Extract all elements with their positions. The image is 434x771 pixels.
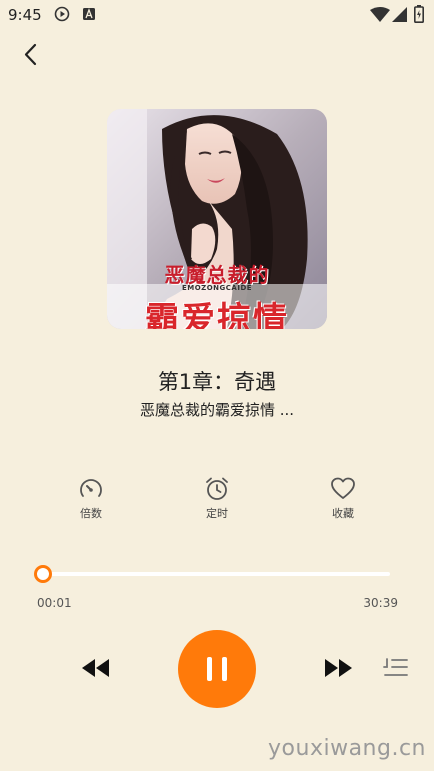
cover-subtitle: EMOZONGCAIDE bbox=[181, 284, 253, 292]
rewind-icon bbox=[82, 659, 109, 677]
chevron-left-icon bbox=[24, 43, 37, 66]
play-circle-icon bbox=[54, 6, 70, 22]
fast-forward-icon bbox=[325, 659, 352, 677]
speed-button[interactable]: 倍数 bbox=[61, 476, 121, 521]
a-box-icon bbox=[83, 8, 95, 20]
playlist-icon bbox=[383, 658, 408, 676]
signal-icon bbox=[392, 7, 407, 22]
book-title: 恶魔总裁的霸爱掠情 ... bbox=[139, 401, 295, 419]
battery-icon bbox=[414, 5, 424, 23]
status-bar: 9:45 bbox=[0, 0, 434, 30]
chapter-title: 第1章：奇遇 bbox=[157, 370, 277, 394]
heart-icon bbox=[331, 477, 355, 499]
rewind-button[interactable] bbox=[80, 656, 112, 684]
progress-slider[interactable] bbox=[34, 565, 390, 583]
watermark: youxiwang.cn bbox=[268, 736, 426, 761]
timer-button[interactable]: 定时 bbox=[187, 476, 247, 521]
back-button[interactable] bbox=[16, 40, 46, 70]
favorite-label: 收藏 bbox=[332, 507, 354, 520]
playlist-button[interactable] bbox=[382, 655, 410, 685]
wifi-icon bbox=[370, 7, 390, 22]
total-time: 30:39 bbox=[363, 596, 398, 610]
favorite-button[interactable]: 收藏 bbox=[313, 476, 373, 521]
pause-icon bbox=[207, 657, 212, 681]
status-time: 9:45 bbox=[8, 6, 42, 24]
speed-label: 倍数 bbox=[80, 507, 102, 520]
current-time: 00:01 bbox=[37, 596, 72, 610]
speed-dial-icon bbox=[80, 479, 102, 497]
book-cover: 恶魔总裁的 EMOZONGCAIDE 霸爱掠情 bbox=[107, 109, 327, 329]
timer-label: 定时 bbox=[206, 507, 228, 520]
alarm-clock-icon bbox=[206, 477, 228, 500]
cover-title-line2: 霸爱掠情 bbox=[145, 300, 289, 329]
fast-forward-button[interactable] bbox=[322, 656, 354, 684]
progress-thumb[interactable] bbox=[34, 565, 52, 583]
pause-button[interactable] bbox=[178, 630, 256, 708]
